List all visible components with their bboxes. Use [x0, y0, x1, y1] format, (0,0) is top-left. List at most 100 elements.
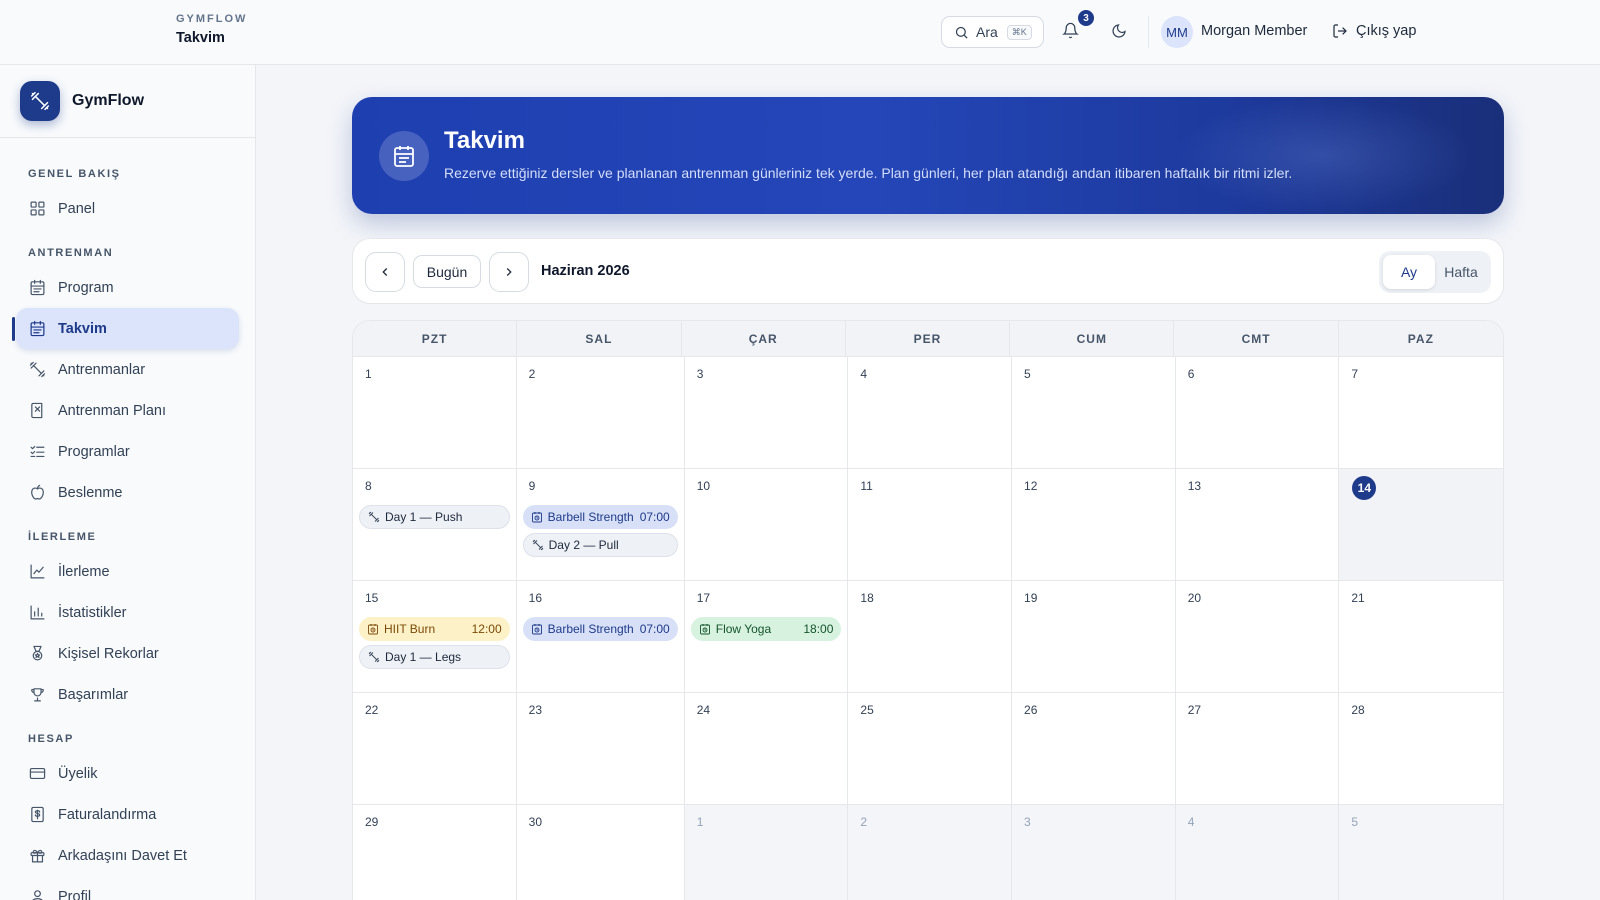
sidebar-item-arkadasini-davet-et[interactable]: Arkadaşını Davet Et	[16, 835, 239, 876]
calendar-icon	[28, 320, 46, 338]
search-icon	[955, 26, 968, 39]
calendar-day[interactable]: 4	[1175, 805, 1340, 900]
plan-day-event[interactable]: Day 2 — Pull	[522, 533, 678, 557]
dumbbell-icon	[368, 511, 380, 523]
search-button[interactable]: Ara ⌘K	[941, 16, 1044, 48]
current-month-label: Haziran 2026	[541, 263, 630, 279]
sidebar-item-program[interactable]: Program	[16, 267, 239, 308]
calendar-day[interactable]: 17 Flow Yoga 18:00	[684, 581, 849, 693]
calendar-day[interactable]: 10	[684, 469, 849, 581]
plan-day-event[interactable]: Day 1 — Legs	[359, 645, 510, 669]
day-number: 20	[1187, 591, 1202, 605]
sidebar-item-basarimlar[interactable]: Başarımlar	[16, 674, 239, 715]
calendar-day[interactable]: 4	[848, 357, 1013, 469]
search-shortcut: ⌘K	[1006, 24, 1032, 40]
calendar-day[interactable]: 26	[1012, 693, 1176, 805]
week-view-button[interactable]: Hafta	[1435, 255, 1487, 289]
grid-icon	[28, 200, 46, 218]
user-name[interactable]: Morgan Member	[1201, 23, 1307, 39]
calendar-day[interactable]: 6	[1175, 357, 1340, 469]
calendar-day-today[interactable]: 14	[1339, 469, 1503, 581]
calendar-clock-icon	[699, 624, 710, 635]
calendar-day[interactable]: 23	[516, 693, 685, 805]
calendar-day[interactable]: 25	[848, 693, 1013, 805]
sidebar-item-uyelik[interactable]: Üyelik	[16, 753, 239, 794]
calendar-clock-icon	[531, 624, 542, 635]
calendar-day[interactable]: 11	[848, 469, 1013, 581]
logout-button[interactable]: Çıkış yap	[1332, 23, 1416, 39]
weekday-label: PZT	[353, 321, 518, 356]
page-title: Takvim	[444, 127, 525, 154]
logout-icon	[1333, 24, 1347, 38]
day-number: 16	[528, 591, 542, 605]
nav-section-title: İLERLEME	[28, 531, 97, 543]
notifications-button[interactable]	[1062, 22, 1082, 42]
class-booking-event[interactable]: Barbell Strength 07:00	[522, 505, 678, 529]
class-booking-event[interactable]: Barbell Strength 07:00	[522, 617, 678, 641]
day-number: 10	[696, 479, 711, 493]
invoice-icon	[28, 806, 46, 824]
calendar-day[interactable]: 28	[1339, 693, 1503, 805]
theme-toggle-button[interactable]	[1111, 23, 1127, 44]
sidebar-item-panel[interactable]: Panel	[16, 188, 239, 229]
previous-month-button[interactable]	[365, 252, 405, 292]
sidebar-item-antrenmanlar[interactable]: Antrenmanlar	[16, 349, 239, 390]
sidebar-item-label: Arkadaşını Davet Et	[58, 847, 187, 864]
sidebar-item-kisisel-rekorlar[interactable]: Kişisel Rekorlar	[16, 633, 239, 674]
brand[interactable]: GymFlow	[0, 65, 255, 138]
calendar-day[interactable]: 20	[1175, 581, 1340, 693]
calendar-day[interactable]: 1	[353, 357, 517, 469]
event-title: Barbell Strength	[547, 622, 634, 636]
event-title: HIIT Burn	[384, 622, 436, 636]
avatar[interactable]: MM	[1161, 16, 1193, 48]
next-month-button[interactable]	[489, 252, 529, 292]
sidebar-item-label: Panel	[58, 200, 96, 217]
calendar-day[interactable]: 22	[353, 693, 517, 805]
weekday-label: PER	[846, 321, 1011, 356]
class-booking-event[interactable]: Flow Yoga 18:00	[690, 617, 842, 641]
plan-day-event[interactable]: Day 1 — Push	[359, 505, 510, 529]
month-view-button[interactable]: Ay	[1383, 255, 1435, 289]
hero-icon-badge	[379, 131, 429, 181]
sidebar-item-beslenme[interactable]: Beslenme	[16, 472, 239, 513]
calendar-day[interactable]: 24	[684, 693, 849, 805]
page-subtitle: Rezerve ettiğiniz dersler ve planlanan a…	[444, 165, 1293, 181]
calendar-day[interactable]: 1	[684, 805, 849, 900]
calendar-day[interactable]: 15 HIIT Burn 12:00 Day 1 — Legs	[353, 581, 517, 693]
sidebar-item-programlar[interactable]: Programlar	[16, 431, 239, 472]
calendar-day[interactable]: 12	[1012, 469, 1176, 581]
calendar-day[interactable]: 18	[848, 581, 1013, 693]
sidebar-item-antrenman-plani[interactable]: Antrenman Planı	[16, 390, 239, 431]
top-header: GYMFLOW Takvim Ara ⌘K 3 MM Morgan Member…	[0, 0, 1600, 65]
checklist-icon	[28, 443, 46, 461]
today-button[interactable]: Bugün	[413, 255, 481, 288]
calendar-day[interactable]: 2	[516, 357, 685, 469]
day-number: 21	[1351, 591, 1365, 605]
calendar-day[interactable]: 9 Barbell Strength 07:00 Day 2 — Pull	[516, 469, 685, 581]
event-title: Day 1 — Push	[385, 510, 463, 524]
calendar-day[interactable]: 29	[353, 805, 517, 900]
calendar-day[interactable]: 8 Day 1 — Push	[353, 469, 517, 581]
calendar-day[interactable]: 21	[1339, 581, 1503, 693]
calendar-day[interactable]: 2	[848, 805, 1013, 900]
event-time: 07:00	[639, 510, 670, 524]
calendar-day[interactable]: 13	[1175, 469, 1340, 581]
day-number: 26	[1024, 703, 1038, 717]
sidebar-item-faturalandirma[interactable]: Faturalandırma	[16, 794, 239, 835]
sidebar-item-profil[interactable]: Profil	[16, 876, 239, 900]
class-booking-event[interactable]: HIIT Burn 12:00	[359, 617, 510, 641]
calendar-day[interactable]: 19	[1012, 581, 1176, 693]
logout-label: Çıkış yap	[1356, 23, 1417, 39]
calendar-day[interactable]: 30	[516, 805, 685, 900]
sidebar-item-i-lerleme[interactable]: İlerleme	[16, 551, 239, 592]
sidebar-item-takvim[interactable]: Takvim	[12, 308, 239, 349]
calendar-day[interactable]: 3	[1012, 805, 1176, 900]
sidebar: GymFlow GENEL BAKIŞ Panel ANTRENMAN Program…	[0, 65, 256, 900]
sidebar-item-i-statistikler[interactable]: İstatistikler	[16, 592, 239, 633]
calendar-day[interactable]: 16 Barbell Strength 07:00	[516, 581, 685, 693]
calendar-day[interactable]: 5	[1012, 357, 1176, 469]
calendar-day[interactable]: 3	[684, 357, 849, 469]
calendar-day[interactable]: 5	[1339, 805, 1503, 900]
calendar-day[interactable]: 27	[1175, 693, 1340, 805]
calendar-day[interactable]: 7	[1339, 357, 1503, 469]
